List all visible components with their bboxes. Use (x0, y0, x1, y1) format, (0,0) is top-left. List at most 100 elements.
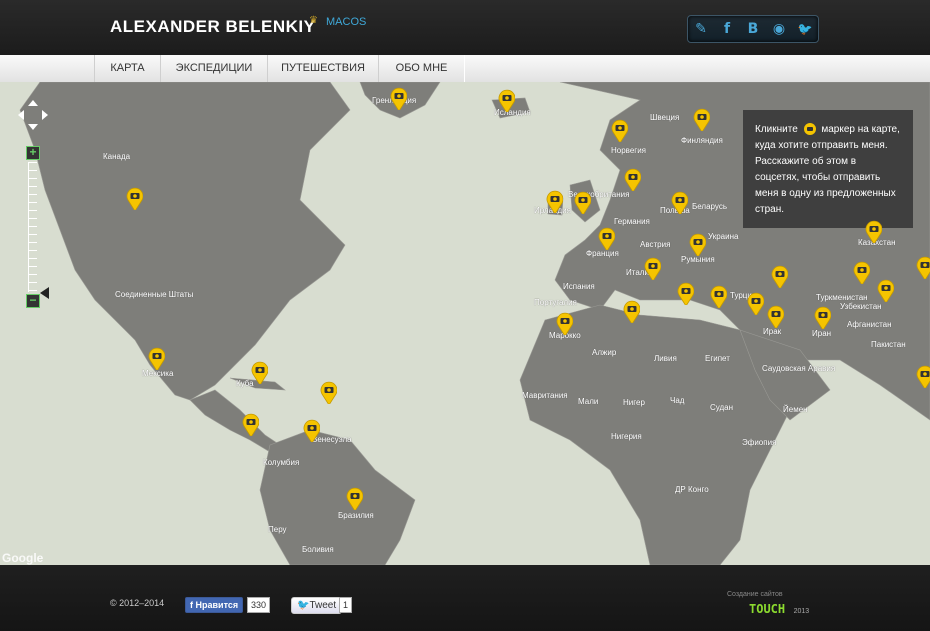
map-label: Перу (268, 525, 287, 534)
map-label: Германия (614, 217, 650, 226)
map-label: Норвегия (611, 146, 647, 155)
camera-marker-icon[interactable] (746, 291, 764, 315)
map-label: Узбекистан (840, 302, 882, 311)
facebook-like-button[interactable]: f Нравится (185, 597, 244, 613)
camera-marker-icon[interactable] (125, 186, 143, 210)
map-label: Пакистан (871, 340, 906, 349)
vk-icon[interactable]: B (745, 21, 761, 37)
camera-marker-icon[interactable] (319, 380, 337, 404)
camera-marker-icon[interactable] (813, 305, 831, 329)
twitter-bird-icon: 🐦 (297, 600, 310, 611)
copyright: © 2012–2014 (110, 598, 165, 608)
map-label: Алжир (592, 348, 617, 357)
facebook-icon[interactable]: f (719, 21, 735, 37)
site-subtitle[interactable]: MACOS (326, 16, 366, 28)
map-label: Эфиопия (742, 438, 777, 447)
camera-marker-icon[interactable] (766, 304, 784, 328)
site-header: ALEXANDER BELENKIY ♛ MACOS ✎ f B ◉ 🐦 (0, 0, 930, 55)
camera-marker-icon[interactable] (643, 256, 661, 280)
map-label: ДР Конго (675, 485, 709, 494)
camera-marker-icon[interactable] (688, 232, 706, 256)
studio-name: TOUCH (749, 602, 786, 616)
camera-marker-icon[interactable] (623, 167, 641, 191)
zoom-control: + − (26, 146, 40, 308)
social-links: ✎ f B ◉ 🐦 (687, 15, 819, 43)
zoom-slider-handle[interactable] (40, 287, 50, 299)
camera-marker-icon[interactable] (545, 189, 563, 213)
camera-marker-icon[interactable] (709, 284, 727, 308)
map-label: Франция (586, 249, 619, 258)
camera-marker-icon[interactable] (147, 346, 165, 370)
camera-marker-icon[interactable] (345, 486, 363, 510)
map-label: Ирак (763, 327, 782, 336)
like-label: Нравится (195, 600, 239, 610)
studio-logo[interactable]: TOUCH 2013 (727, 600, 809, 618)
zoom-in-button[interactable]: + (26, 146, 40, 160)
map-label: Канада (103, 152, 131, 161)
camera-marker-icon[interactable] (692, 107, 710, 131)
camera-marker-icon[interactable] (670, 190, 688, 214)
map-label: Румыния (681, 255, 715, 264)
map-label: Португалия (534, 298, 577, 307)
camera-marker-icon[interactable] (676, 281, 694, 305)
site-footer: © 2012–2014 f Нравится 330 🐦Tweet 1 Созд… (0, 565, 930, 631)
map-label: Колумбия (263, 458, 300, 467)
nav-item-travels[interactable]: ПУТЕШЕСТВИЯ (267, 55, 379, 82)
info-text: маркер на карте, куда хотите отправить м… (755, 124, 900, 215)
camera-marker-icon[interactable] (915, 364, 930, 388)
camera-marker-icon[interactable] (597, 226, 615, 250)
zoom-track[interactable] (28, 162, 37, 292)
map-label: Украина (708, 232, 739, 241)
camera-marker-icon[interactable] (864, 219, 882, 243)
camera-marker-icon[interactable] (497, 88, 515, 112)
tweet-button[interactable]: 🐦Tweet (291, 597, 343, 614)
zoom-out-button[interactable]: − (26, 294, 40, 308)
camera-marker-icon[interactable] (915, 255, 930, 279)
camera-marker-icon[interactable] (770, 264, 788, 288)
map-label: Нигер (623, 398, 645, 407)
camera-marker-icon[interactable] (241, 412, 259, 436)
camera-marker-icon[interactable] (622, 299, 640, 323)
camera-marker-icon[interactable] (852, 260, 870, 284)
map-label: Швеция (650, 113, 680, 122)
nav-item-expeditions[interactable]: ЭКСПЕДИЦИИ (160, 55, 268, 82)
map-label: Соединенные Штаты (115, 290, 194, 299)
camera-marker-icon[interactable] (610, 118, 628, 142)
map-label: Бразилия (338, 511, 374, 520)
camera-marker-icon (803, 123, 816, 136)
google-logo: Google (2, 551, 44, 565)
map-label: Нигерия (611, 432, 642, 441)
studio-caption: Создание сайтов (727, 591, 783, 598)
twitter-icon[interactable]: 🐦 (797, 22, 813, 36)
nav-item-map[interactable]: КАРТА (94, 55, 161, 82)
map-label: Боливия (302, 545, 334, 554)
map-label: Туркменистан (816, 293, 868, 302)
camera-marker-icon[interactable] (555, 311, 573, 335)
tweet-count: 1 (339, 597, 353, 613)
studio-year: 2013 (793, 608, 810, 615)
map-label: Судан (710, 403, 734, 412)
camera-marker-icon[interactable] (573, 190, 591, 214)
camera-marker-icon[interactable] (876, 278, 894, 302)
camera-marker-icon[interactable] (250, 360, 268, 384)
crown-icon: ♛ (309, 15, 318, 26)
map-label: Австрия (640, 240, 671, 249)
map-label: Египет (705, 354, 730, 363)
pencil-icon[interactable]: ✎ (693, 21, 709, 37)
map-label: Финляндия (681, 136, 723, 145)
map-label: Афганистан (847, 320, 892, 329)
tweet-label: Tweet (309, 600, 337, 611)
map-label: Ливия (654, 354, 677, 363)
main-nav: КАРТА ЭКСПЕДИЦИИ ПУТЕШЕСТВИЯ ОБО МНЕ (0, 55, 930, 83)
map-label: Иран (812, 329, 832, 338)
info-box: Кликните маркер на карте, куда хотите от… (743, 110, 913, 228)
camera-marker-icon[interactable] (302, 418, 320, 442)
world-map[interactable]: Гренландия Исландия Канада Швеция Финлян… (0, 82, 930, 565)
camera-marker-icon[interactable] (389, 86, 407, 110)
pan-control[interactable] (16, 98, 50, 132)
map-label: Испания (563, 282, 595, 291)
instagram-icon[interactable]: ◉ (771, 21, 787, 37)
site-logo[interactable]: ALEXANDER BELENKIY (110, 17, 315, 37)
nav-item-about[interactable]: ОБО МНЕ (378, 55, 465, 82)
like-count: 330 (247, 597, 271, 613)
